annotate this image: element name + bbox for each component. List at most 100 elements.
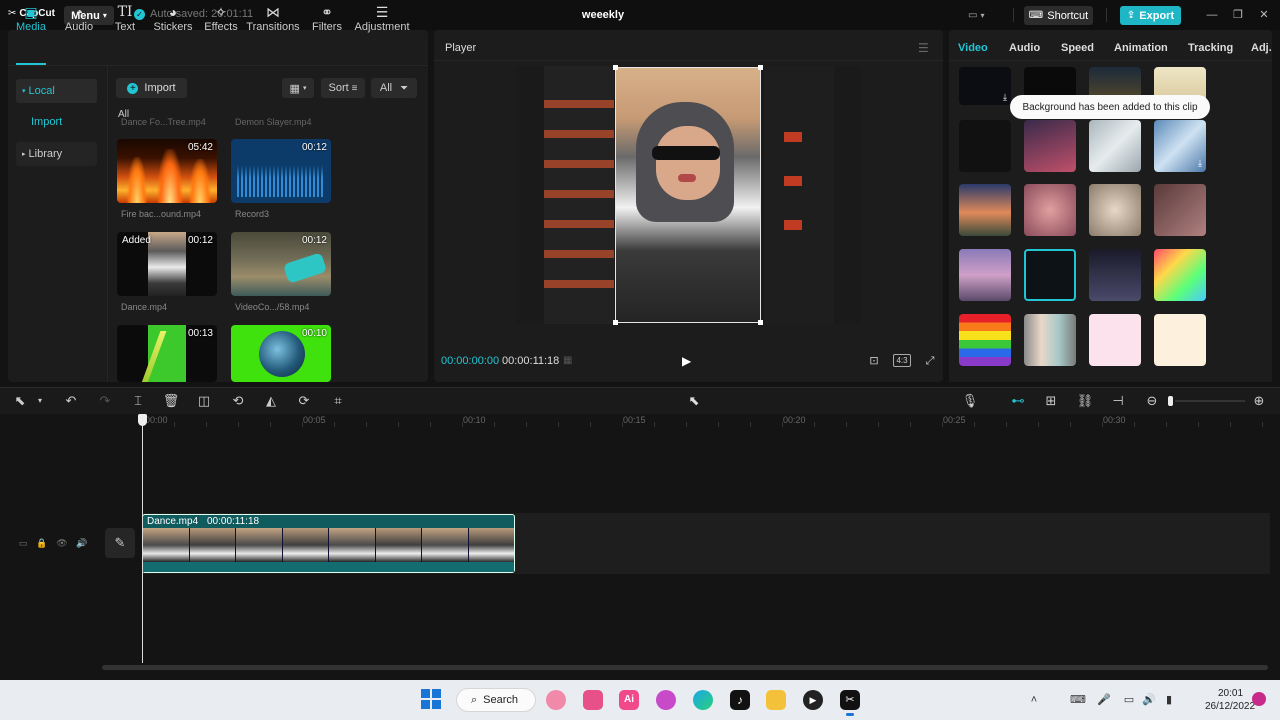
app-icon-edge[interactable] — [693, 690, 713, 710]
speaker-icon[interactable]: 🔊 — [75, 538, 89, 550]
tab-video[interactable]: Video — [958, 42, 988, 54]
chevron-down-icon[interactable]: ▾ — [31, 392, 49, 410]
restore-icon[interactable]: ❐ — [1231, 8, 1245, 22]
split-icon[interactable]: ⌶ — [129, 392, 147, 410]
media-item-green-swoosh[interactable]: 00:13 — [117, 325, 217, 382]
layout-button[interactable]: ▭ ▾ — [968, 7, 1000, 23]
minimize-icon[interactable]: — — [1205, 8, 1219, 22]
background-tile[interactable]: ⤓ — [1154, 120, 1206, 172]
background-tile[interactable] — [959, 120, 1011, 172]
close-icon[interactable]: ✕ — [1257, 8, 1271, 22]
app-icon-media-player[interactable]: ▶ — [803, 690, 823, 710]
shortcut-button[interactable]: ⌨ Shortcut — [1024, 6, 1093, 25]
resize-handle[interactable] — [758, 65, 763, 70]
playhead[interactable] — [142, 418, 143, 663]
import-button[interactable]: + Import — [116, 78, 187, 98]
tab-media[interactable]: ▣ Media — [13, 3, 49, 37]
playhead-handle[interactable] — [138, 414, 147, 426]
crop-icon[interactable]: ⌗ — [329, 392, 347, 410]
notification-icon[interactable] — [1252, 692, 1266, 706]
snap-icon[interactable]: ⊞ — [1042, 392, 1060, 410]
background-tile[interactable] — [1089, 314, 1141, 366]
tab-animation[interactable]: Animation — [1114, 42, 1168, 54]
play-icon[interactable]: ▶ — [682, 354, 696, 368]
reverse-icon[interactable]: ⟲ — [229, 392, 247, 410]
magnet-link-icon[interactable]: ⊷ — [1009, 392, 1027, 410]
mirror-icon[interactable]: ◭ — [262, 392, 280, 410]
eye-icon[interactable]: 👁 — [55, 538, 69, 550]
taskbar-search[interactable]: ⌕ Search — [456, 688, 536, 712]
background-tile[interactable] — [1154, 314, 1206, 366]
media-item-fire[interactable]: 05:42 — [117, 139, 217, 203]
select-cursor-icon[interactable]: ⬉ — [11, 392, 29, 410]
fullscreen-focus-icon[interactable]: ⊡ — [866, 353, 882, 369]
timeline-scrollbar[interactable] — [102, 665, 1268, 670]
link-icon[interactable]: ⛓ — [1076, 392, 1094, 410]
background-tile-selected[interactable] — [1024, 249, 1076, 301]
app-icon-discord[interactable] — [656, 690, 676, 710]
delete-icon[interactable]: 🗑 — [162, 392, 180, 410]
windows-start-icon[interactable] — [421, 689, 441, 709]
tab-adjustment[interactable]: ☰ Adjustment — [352, 3, 412, 37]
tab-text[interactable]: TI Text — [110, 3, 140, 37]
resize-handle[interactable] — [613, 320, 618, 325]
tab-stickers[interactable]: ◕ Stickers — [152, 3, 194, 37]
background-tile[interactable]: ⤓ — [959, 67, 1011, 105]
app-icon-ai[interactable]: Ai — [619, 690, 639, 710]
edit-cover-button[interactable]: ✎ — [105, 528, 135, 558]
background-tile[interactable] — [1154, 249, 1206, 301]
app-icon-picsart[interactable] — [546, 690, 566, 710]
battery-icon[interactable]: ▮ — [1162, 693, 1176, 707]
background-tile[interactable] — [959, 184, 1011, 236]
keyboard-icon[interactable]: ⌨ — [1070, 693, 1086, 707]
tab-adjust[interactable]: Adj. — [1251, 42, 1271, 54]
freeze-icon[interactable]: ◫ — [195, 392, 213, 410]
microphone-icon[interactable]: 🎤 — [1097, 693, 1111, 707]
view-mode-button[interactable]: ▦ ▾ — [282, 78, 314, 98]
app-icon-vectornator[interactable] — [583, 690, 603, 710]
menu-icon[interactable]: ☰ — [918, 41, 929, 55]
zoom-in-icon[interactable]: ⊕ — [1250, 392, 1268, 410]
media-item-videoco[interactable]: 00:12 — [231, 232, 331, 296]
background-tile[interactable] — [1089, 120, 1141, 172]
background-tile[interactable] — [1024, 120, 1076, 172]
zoom-slider-track[interactable] — [1175, 400, 1245, 402]
sidebar-item-library[interactable]: ▸ Library — [16, 142, 97, 166]
app-icon-capcut[interactable]: ✂ — [840, 690, 860, 710]
timecode-grid-icon[interactable]: ▦ — [563, 355, 572, 366]
resize-handle[interactable] — [758, 320, 763, 325]
export-button[interactable]: ⇪ Export — [1120, 6, 1181, 25]
volume-icon[interactable]: 🔊 — [1142, 693, 1156, 707]
resize-handle[interactable] — [613, 65, 618, 70]
zoom-out-icon[interactable]: ⊖ — [1143, 392, 1161, 410]
redo-icon[interactable]: ↷ — [96, 392, 114, 410]
background-tile[interactable] — [959, 249, 1011, 301]
tab-audio-props[interactable]: Audio — [1009, 42, 1040, 54]
background-tile[interactable] — [1024, 314, 1076, 366]
preview-axis-icon[interactable]: ⊣ — [1109, 392, 1127, 410]
media-item-dance[interactable]: Added 00:12 — [117, 232, 217, 296]
tab-filters[interactable]: ⚭ Filters — [310, 3, 344, 37]
background-tile[interactable] — [1089, 249, 1141, 301]
undo-icon[interactable]: ↶ — [62, 392, 80, 410]
background-tile[interactable] — [1024, 184, 1076, 236]
clock-time[interactable]: 20:01 — [1218, 688, 1243, 699]
project-title[interactable]: weeekly — [560, 9, 646, 21]
media-item-record3[interactable]: 00:12 — [231, 139, 331, 203]
track-cover-icon[interactable]: ▭ — [16, 538, 30, 550]
sort-button[interactable]: Sort ≡ — [321, 78, 365, 98]
tab-audio[interactable]: ◔ Audio — [61, 3, 97, 37]
tab-transitions[interactable]: ⋈ Transitions — [246, 3, 300, 37]
sidebar-item-local[interactable]: ▾ Local — [16, 79, 97, 103]
background-tile[interactable] — [959, 314, 1011, 366]
display-icon[interactable]: ▭ — [1122, 693, 1136, 707]
tab-tracking[interactable]: Tracking — [1188, 42, 1233, 54]
expand-icon[interactable]: ⤢ — [922, 353, 938, 369]
background-tile[interactable] — [1089, 184, 1141, 236]
chevron-up-icon[interactable]: ˄ — [1027, 693, 1041, 707]
rotate-icon[interactable]: ⟳ — [295, 392, 313, 410]
tab-speed[interactable]: Speed — [1061, 42, 1094, 54]
clock-date[interactable]: 26/12/2022 — [1205, 701, 1255, 712]
app-icon-tiktok[interactable]: ♪ — [730, 690, 750, 710]
microphone-icon[interactable]: 🎙 — [961, 392, 979, 410]
